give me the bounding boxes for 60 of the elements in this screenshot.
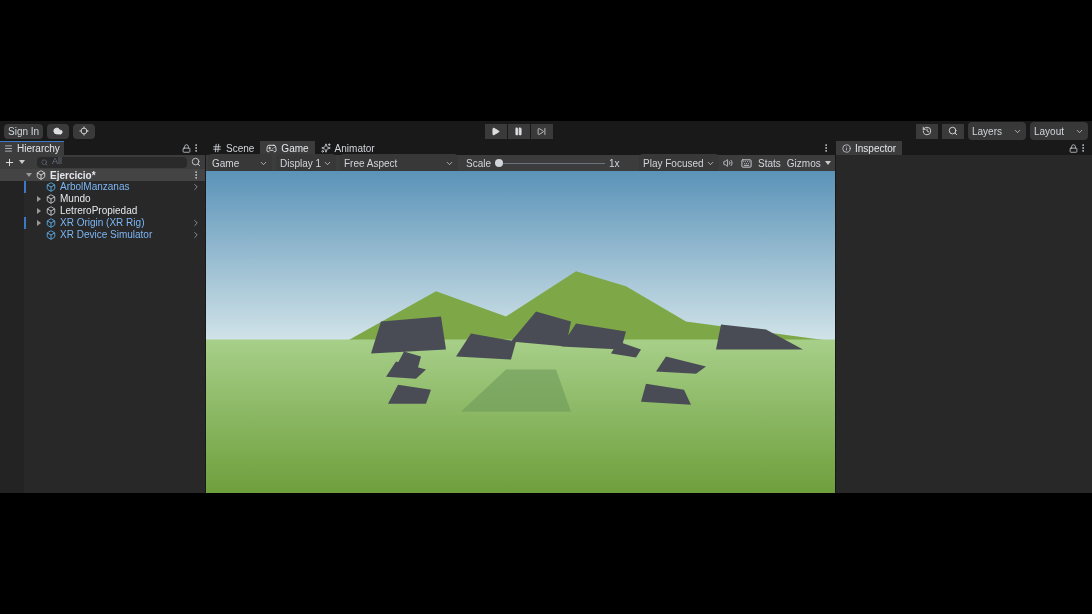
hierarchy-item[interactable]: ArbolManzanas (60, 181, 130, 193)
lock-icon[interactable] (182, 143, 191, 153)
caret-icon (19, 160, 25, 164)
history-icon (922, 126, 932, 136)
lock-icon[interactable] (1069, 143, 1078, 153)
layers-dropdown[interactable]: Layers (968, 122, 1026, 140)
expand-arrow-icon[interactable] (36, 196, 42, 202)
hierarchy-item[interactable]: LetreroPropiedad (60, 205, 138, 217)
scene-search-icon[interactable] (191, 157, 201, 167)
slider-thumb[interactable] (495, 159, 503, 167)
speaker-icon[interactable] (723, 158, 733, 168)
info-icon (842, 143, 851, 153)
expand-arrow-icon[interactable] (36, 220, 42, 226)
chevron-right-icon[interactable] (191, 182, 201, 192)
panel-tab[interactable]: Scene (206, 141, 261, 155)
panel-tab[interactable]: Game (260, 141, 315, 155)
sign-in-button[interactable]: Sign In (4, 123, 44, 139)
aspect-dropdown[interactable]: Free Aspect (340, 154, 458, 172)
hierarchy-item[interactable]: XR Origin (XR Rig) (60, 217, 145, 229)
cube-icon (46, 206, 56, 216)
cloud-button[interactable] (47, 123, 70, 139)
play-button[interactable] (484, 123, 507, 139)
pause-button[interactable] (507, 123, 530, 139)
cube-icon (46, 182, 56, 192)
expand-arrow-icon[interactable] (36, 208, 42, 214)
keyboard-icon[interactable] (741, 157, 752, 169)
step-button[interactable] (530, 123, 553, 139)
scene-icon (36, 170, 46, 180)
pause-icon (514, 126, 524, 136)
play-icon (491, 126, 501, 136)
cube-icon (46, 218, 56, 228)
cube-icon (46, 230, 56, 240)
add-icon[interactable] (4, 156, 15, 168)
stats-button[interactable]: Stats (756, 155, 783, 171)
scale-value: 1x (609, 156, 621, 171)
scale-slider[interactable] (495, 159, 605, 167)
scale-label: Scale (466, 156, 491, 171)
list-icon (4, 144, 13, 153)
layout-dropdown[interactable]: Layout (1030, 122, 1088, 140)
animator-icon (320, 143, 331, 153)
step-icon (537, 126, 547, 136)
search-button[interactable] (942, 123, 964, 139)
history-button[interactable] (916, 123, 938, 139)
caret-icon (824, 161, 831, 165)
hierarchy-item[interactable]: XR Device Simulator (60, 229, 153, 241)
cube-icon (46, 194, 56, 204)
scene-name[interactable]: Ejercicio* (50, 167, 96, 183)
panel-tab[interactable]: Animator (314, 141, 381, 155)
collapse-arrow-icon[interactable] (26, 172, 32, 178)
display-dropdown[interactable]: Display 1 (276, 154, 336, 172)
grid-icon (212, 143, 222, 153)
search-icon (948, 126, 958, 136)
cloud-icon (53, 126, 64, 136)
search-icon (41, 158, 48, 166)
gamepad-icon (266, 142, 278, 154)
play-mode-dropdown[interactable]: Play Focused (639, 154, 719, 172)
mode-dropdown[interactable]: Game (208, 154, 272, 172)
search-field[interactable]: All (37, 156, 187, 168)
gizmos-button[interactable]: Gizmos (786, 155, 821, 171)
hierarchy-item[interactable]: Mundo (60, 193, 91, 205)
